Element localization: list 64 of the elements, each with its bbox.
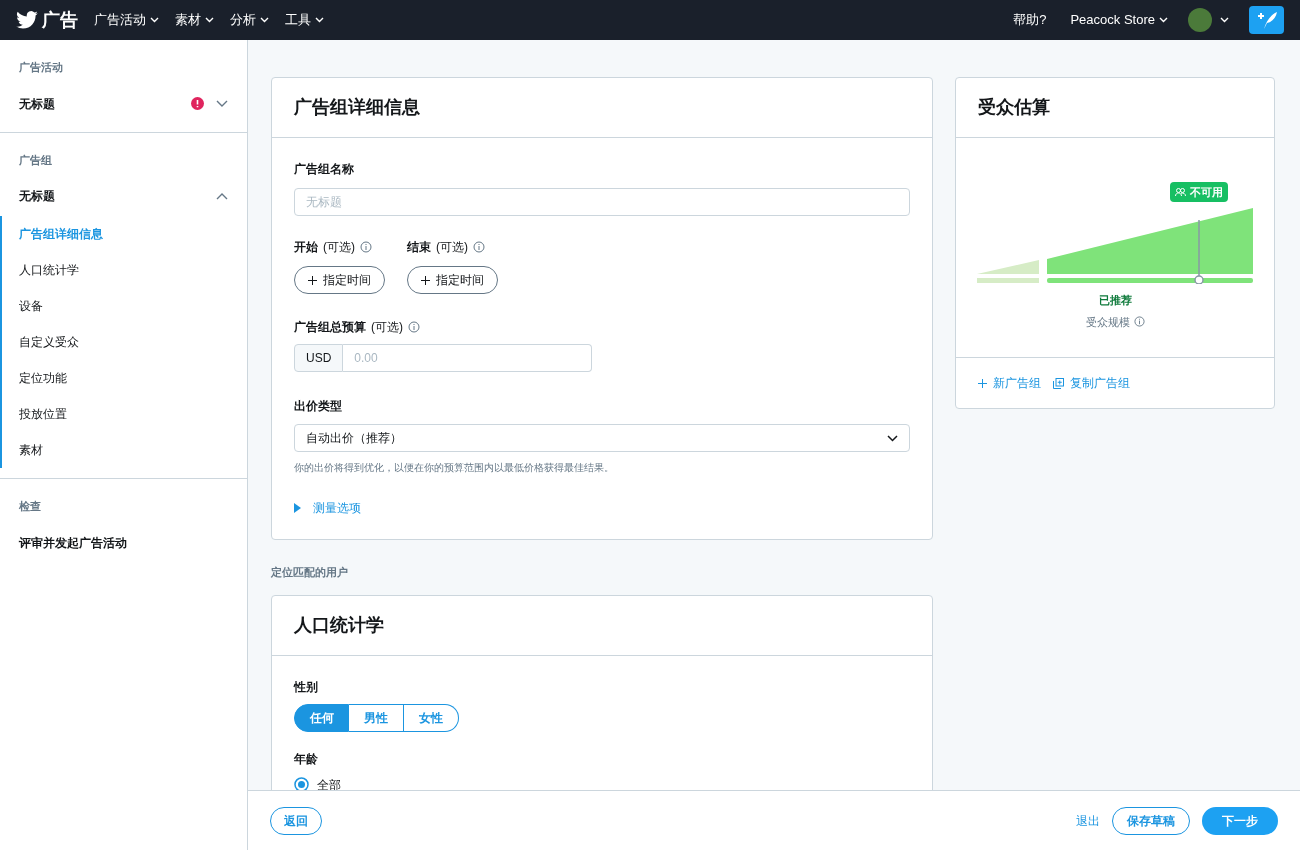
copy-icon: [1053, 377, 1064, 389]
bid-type-dropdown[interactable]: 自动出价（推荐）: [294, 424, 910, 452]
avatar[interactable]: [1188, 8, 1212, 32]
field-label: 结束: [407, 239, 431, 256]
info-icon[interactable]: [1133, 316, 1145, 328]
nav-menu[interactable]: 分析: [230, 10, 269, 30]
optional-note: (可选): [436, 239, 468, 256]
field-label: 年龄: [294, 750, 319, 768]
sidebar-item[interactable]: 评审并发起广告活动: [19, 533, 228, 552]
field-label: 广告组总预算: [294, 319, 366, 336]
plus-icon: [978, 378, 987, 388]
sidebar-item[interactable]: 投放位置: [2, 396, 247, 432]
people-icon: [1175, 188, 1186, 196]
sidebar-item[interactable]: 人口统计学: [2, 252, 247, 288]
chevron-icon: [315, 17, 324, 23]
sidebar-item[interactable]: 设备: [2, 288, 247, 324]
card-title: 广告组详细信息: [272, 78, 932, 138]
help-text: 你的出价将得到优化，以便在你的预算范围内以最低价格获得最佳结果。: [294, 461, 615, 475]
chevron-down-icon[interactable]: [216, 100, 228, 107]
section-heading: 广告活动: [18, 60, 64, 75]
optional-note: (可选): [371, 319, 403, 336]
info-icon[interactable]: [408, 321, 420, 333]
audience-status: 已推荐: [1098, 293, 1132, 308]
chevron-icon: [260, 17, 269, 23]
field-label: 出价类型: [294, 398, 343, 415]
field-label: 开始: [294, 239, 318, 256]
info-icon[interactable]: [360, 241, 372, 253]
plus-icon: [308, 275, 317, 285]
section-heading: 检查: [18, 499, 42, 514]
caret-right-icon: [294, 503, 301, 513]
nav-menu[interactable]: 素材: [175, 10, 214, 30]
sidebar-item[interactable]: 自定义受众: [2, 324, 247, 360]
chevron-up-icon[interactable]: [216, 192, 228, 200]
section-label: 定位匹配的用户: [271, 565, 349, 580]
sidebar-item[interactable]: 无标题: [19, 94, 191, 113]
chevron-icon: [205, 17, 214, 23]
sidebar-item[interactable]: 定位功能: [2, 360, 247, 396]
compose-button[interactable]: [1249, 6, 1284, 34]
field-label: 广告组名称: [294, 161, 355, 178]
field-label: 性别: [294, 678, 319, 696]
card-title: 受众估算: [956, 78, 1274, 138]
radio-label: 全部: [317, 776, 341, 790]
chevron-down-icon: [887, 434, 898, 442]
name-input-field[interactable]: 无标题: [294, 188, 910, 216]
plus-icon: [421, 275, 430, 285]
nav-menu[interactable]: 工具: [285, 10, 324, 30]
budget-amount-input[interactable]: 0.00: [343, 344, 592, 372]
unavailable-badge: 不可用: [1170, 182, 1228, 202]
optional-note: (可选): [323, 239, 355, 256]
sidebar-item[interactable]: 无标题: [19, 187, 216, 205]
caret-icon: [1159, 17, 1168, 23]
logo-text[interactable]: 广告: [42, 6, 78, 34]
card-title: 人口统计学: [272, 595, 932, 656]
section-heading: 广告组: [18, 152, 53, 168]
audience-size-label: 受众规模: [1085, 314, 1130, 330]
currency-label: USD: [294, 344, 344, 372]
bird-logo-icon[interactable]: [16, 11, 38, 29]
account-menu[interactable]: Peacock Store: [1070, 10, 1168, 30]
help-link[interactable]: 帮助?: [1013, 10, 1047, 30]
info-icon[interactable]: [473, 241, 485, 253]
chevron-icon: [150, 17, 159, 23]
sidebar-item[interactable]: 素材: [2, 432, 247, 468]
nav-menu[interactable]: 广告活动: [94, 10, 159, 30]
caret-icon[interactable]: [1220, 17, 1229, 23]
